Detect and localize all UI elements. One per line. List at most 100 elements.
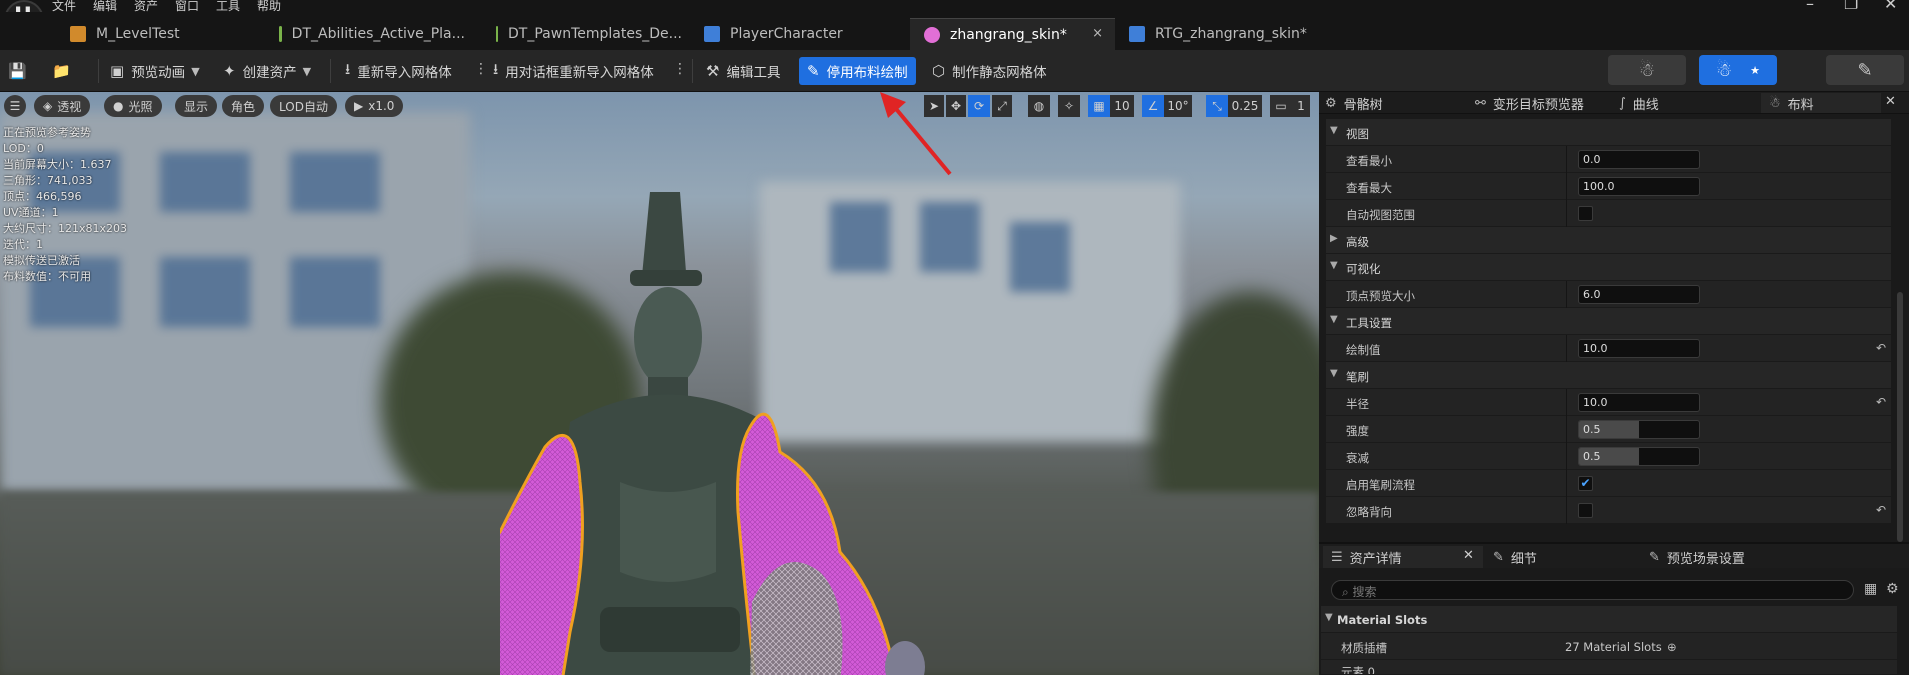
rotate-icon[interactable]: ⟳	[968, 95, 990, 117]
tab-rtg-zhangrang-skin[interactable]: RTG_zhangrang_skin*	[1115, 18, 1315, 50]
perspective-button[interactable]: ◈ 透视	[34, 95, 91, 117]
brush-flow-checkbox[interactable]: ✔	[1578, 476, 1593, 491]
disable-cloth-paint-button[interactable]: ✎ 停用布料绘制	[799, 57, 916, 85]
close-tab-icon[interactable]: ✕	[1463, 548, 1474, 563]
reimport-mesh-button[interactable]: ⭳ 重新导入网格体	[345, 57, 452, 85]
local-space-icon[interactable]: ◍	[1028, 95, 1050, 117]
ignore-backfacing-checkbox[interactable]	[1578, 503, 1593, 518]
reset-arrow-icon[interactable]: ↶	[1876, 341, 1886, 355]
category-label: 工具设置	[1346, 316, 1392, 330]
strength-slider[interactable]: 0.5	[1578, 420, 1700, 439]
tab-label: 细节	[1510, 552, 1537, 567]
settings-gear-icon[interactable]: ⚙	[1886, 581, 1899, 597]
menu-file[interactable]: 文件	[52, 0, 76, 12]
auto-view-range-checkbox[interactable]	[1578, 206, 1593, 221]
menu-window[interactable]: 窗口	[175, 0, 199, 12]
view-max-field[interactable]: 100.0	[1578, 177, 1700, 196]
menu-help[interactable]: 帮助	[257, 0, 281, 12]
character-mesh[interactable]	[500, 152, 1100, 675]
tab-curves[interactable]: ∫ 曲线	[1619, 94, 1659, 113]
category-visualize[interactable]: ▼ 可视化	[1326, 254, 1891, 281]
details-search-input[interactable]: ⌕ 搜索	[1331, 580, 1854, 600]
category-material-slots[interactable]: ▼ Material Slots	[1321, 606, 1897, 633]
category-advanced[interactable]: ▶ 高级	[1326, 227, 1891, 254]
tab-morph-target[interactable]: ⚯ 变形目标预览器	[1475, 94, 1584, 113]
save-icon[interactable]: 💾	[8, 57, 32, 85]
menu-edit[interactable]: 编辑	[93, 0, 117, 12]
tab-label: DT_PawnTemplates_De...	[508, 26, 682, 42]
animation-mode-icon[interactable]: ✎	[1826, 55, 1904, 85]
menu-assets[interactable]: 资产	[134, 0, 158, 12]
brush-icon: ✎	[807, 62, 820, 80]
reimport-dialog-button[interactable]: ⭳ 用对话框重新导入网格体	[493, 57, 654, 85]
vertex-preview-size-field[interactable]: 6.0	[1578, 285, 1700, 304]
play-speed-button[interactable]: ▶ x1.0	[345, 95, 404, 117]
rotation-snap-icon[interactable]: ∠	[1142, 95, 1164, 117]
character-button[interactable]: 角色	[222, 95, 265, 117]
play-speed-label: x1.0	[368, 99, 395, 113]
preview-animation-button[interactable]: ▣ 预览动画 ▼	[110, 57, 200, 85]
make-static-mesh-button[interactable]: ⬡ 制作静态网格体	[932, 57, 1047, 85]
animation-icon: ▣	[110, 62, 125, 80]
reimport-dialog-options-icon[interactable]: ⋮	[673, 61, 687, 77]
category-brush[interactable]: ▼ 笔刷	[1326, 362, 1891, 389]
grid-snap-icon[interactable]: ▦	[1088, 95, 1110, 117]
tab-details[interactable]: ✎ 细节	[1493, 548, 1537, 567]
show-button[interactable]: 显示	[175, 95, 218, 117]
tab-skeleton-tree[interactable]: ⚙ 骨骼树	[1325, 94, 1383, 113]
blueprint-icon	[704, 26, 720, 42]
tab-dt-abilities[interactable]: DT_Abilities_Active_Pla...	[265, 18, 465, 50]
tab-preview-scene-settings[interactable]: ✎ 预览场景设置	[1649, 548, 1745, 567]
details-icon: ☰	[1331, 549, 1343, 565]
surface-snap-icon[interactable]: ✧	[1058, 95, 1080, 117]
tab-playercharacter[interactable]: PlayerCharacter	[690, 18, 900, 50]
tab-asset-details[interactable]: ☰ 资产详情 ✕	[1323, 546, 1483, 568]
make-static-mesh-label: 制作静态网格体	[952, 65, 1047, 81]
camera-speed-icon[interactable]: ▭	[1270, 95, 1292, 117]
radius-field[interactable]: 10.0	[1578, 393, 1700, 412]
chevron-down-icon: ▼	[1330, 125, 1338, 136]
clothing-icon: ☃	[1769, 95, 1781, 111]
scale-snap-icon[interactable]: ⤡	[1206, 95, 1228, 117]
reset-arrow-icon[interactable]: ↶	[1876, 395, 1886, 409]
add-slot-icon[interactable]: ⊕	[1667, 640, 1677, 654]
viewport-menu-icon[interactable]: ☰	[4, 95, 26, 117]
table-view-icon[interactable]: ▦	[1864, 581, 1877, 597]
category-view[interactable]: ▼ 视图	[1326, 119, 1891, 146]
skeletal-mesh-icon	[924, 26, 940, 43]
preview-viewport[interactable]: ☰ ◈ 透视 ● 光照 显示 角色 LOD自动 ▶ x1.0 ➤ ✥ ⟳ ⤢ ◍ ✧ …	[0, 92, 1319, 675]
lod-auto-button[interactable]: LOD自动	[270, 95, 337, 117]
falloff-slider[interactable]: 0.5	[1578, 447, 1700, 466]
view-min-field[interactable]: 0.0	[1578, 150, 1700, 169]
edit-tools-button[interactable]: ⚒ 编辑工具	[706, 57, 780, 85]
properties-scrollbar[interactable]	[1897, 292, 1903, 542]
rotation-snap-value[interactable]: 10°	[1164, 95, 1192, 117]
reimport-options-icon[interactable]: ⋮	[474, 61, 488, 77]
mesh-mode-icon[interactable]: ☃ ★	[1699, 55, 1777, 85]
close-tab-icon[interactable]: ×	[1092, 26, 1103, 41]
tab-clothing[interactable]: ☃ 布料	[1761, 93, 1881, 113]
scale-snap-value[interactable]: 0.25	[1228, 95, 1262, 117]
browse-asset-icon[interactable]: 📁	[52, 57, 76, 85]
camera-speed-value[interactable]: 1	[1292, 95, 1310, 117]
reset-arrow-icon[interactable]: ↶	[1876, 503, 1886, 517]
grid-snap-value[interactable]: 10	[1110, 95, 1134, 117]
skeleton-mode-icon[interactable]: ☃	[1608, 55, 1686, 85]
tab-dt-pawntemplates[interactable]: DT_PawnTemplates_De...	[482, 18, 682, 50]
prop-material-slots: 材质插槽 27 Material Slots ⊕	[1321, 633, 1897, 660]
paint-value-field[interactable]: 10.0	[1578, 339, 1700, 358]
translate-icon[interactable]: ✥	[946, 95, 966, 117]
stats-line: 迭代：1	[3, 238, 43, 251]
close-panel-icon[interactable]: ✕	[1885, 94, 1896, 109]
category-tool-settings[interactable]: ▼ 工具设置	[1326, 308, 1891, 335]
morph-target-icon: ⚯	[1475, 96, 1486, 111]
create-asset-button[interactable]: ✦ 创建资产 ▼	[223, 57, 311, 85]
scale-icon[interactable]: ⤢	[992, 95, 1012, 117]
prop-label: 顶点预览大小	[1346, 289, 1415, 303]
tab-zhangrang-skin[interactable]: zhangrang_skin* ×	[910, 18, 1115, 50]
menu-tools[interactable]: 工具	[216, 0, 240, 12]
stats-line: 模拟传送已激活	[3, 254, 80, 267]
lighting-button[interactable]: ● 光照	[104, 95, 162, 117]
select-icon[interactable]: ➤	[924, 95, 944, 117]
tab-m-leveltest[interactable]: M_LevelTest	[56, 18, 216, 50]
